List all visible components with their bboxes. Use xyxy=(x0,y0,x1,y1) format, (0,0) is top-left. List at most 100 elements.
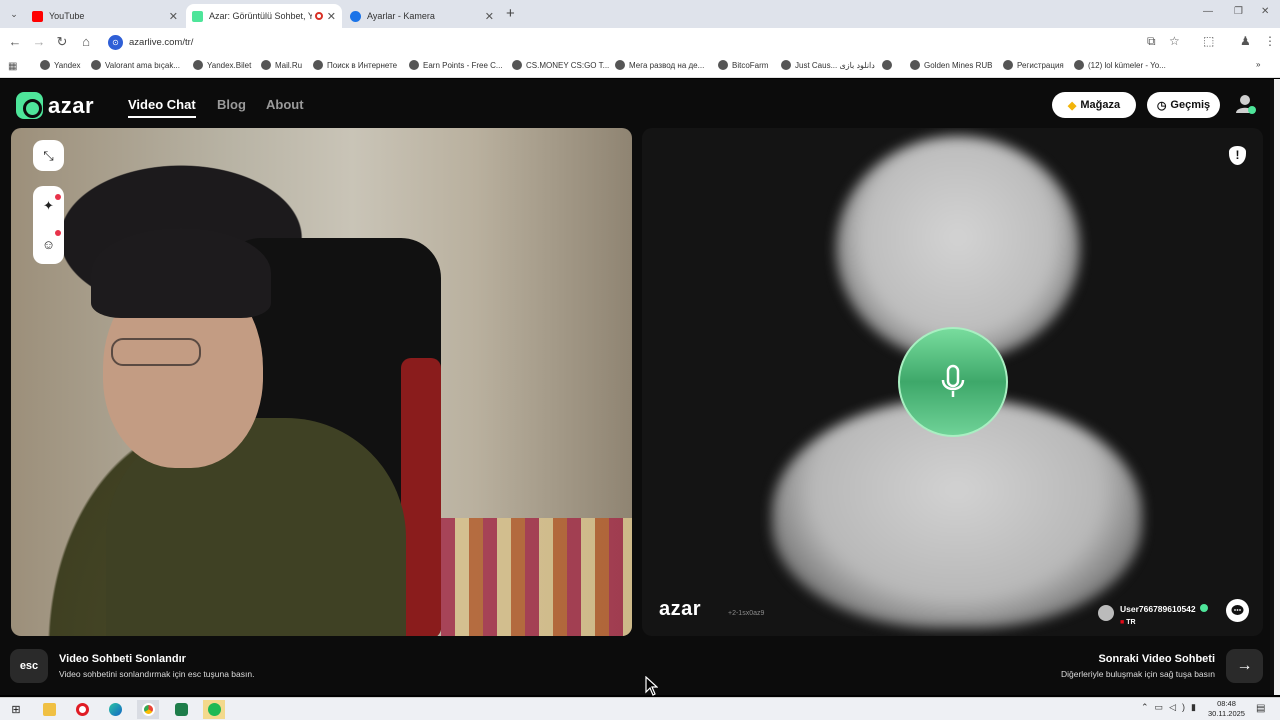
history-button[interactable]: ◷ Geçmiş xyxy=(1147,92,1220,118)
clock-time: 08:48 xyxy=(1217,699,1236,708)
edge-icon[interactable] xyxy=(104,700,126,719)
bookmark-item[interactable]: Регистрация xyxy=(1003,60,1064,70)
page-scrollbar[interactable] xyxy=(1274,79,1280,695)
profile-icon[interactable]: ♟ xyxy=(1240,34,1251,48)
bookmark-star-icon[interactable]: ☆ xyxy=(1169,34,1180,48)
azar-logo-icon xyxy=(16,92,43,119)
next-chat-button[interactable]: → xyxy=(1226,649,1263,683)
extensions-icon[interactable]: ⬚ xyxy=(1203,34,1214,48)
speaker-icon[interactable]: ◁) xyxy=(1169,702,1191,712)
bookmark-item[interactable]: CS.MONEY CS:GO T... xyxy=(512,60,609,70)
android-app-icon[interactable] xyxy=(170,700,192,719)
globe-icon xyxy=(261,60,271,70)
globe-icon xyxy=(718,60,728,70)
apps-grid-icon[interactable]: ▦ xyxy=(8,61,17,72)
partner-info[interactable]: User766789610542 ■ TR xyxy=(1098,599,1208,626)
bookmark-item[interactable]: Just Caus... دانلود بازی xyxy=(781,60,875,70)
bookmarks-bar: ▦ Yandex Valorant ama bıçak... Yandex.Bi… xyxy=(0,56,1280,78)
globe-icon xyxy=(193,60,203,70)
install-app-icon[interactable]: ⧉ xyxy=(1147,34,1156,49)
history-label: Geçmiş xyxy=(1170,99,1211,111)
settings-gear-icon xyxy=(350,10,361,22)
menu-icon[interactable]: ⋮ xyxy=(1264,34,1276,48)
effects-toolbar: ✦ ☺ xyxy=(33,186,64,264)
close-tab-icon[interactable]: ✕ xyxy=(169,10,178,23)
bookmark-item[interactable] xyxy=(882,60,896,70)
start-windows-icon[interactable]: ⊞ xyxy=(5,700,27,719)
notification-center-icon[interactable]: ▤ xyxy=(1256,703,1265,714)
nav-about[interactable]: About xyxy=(266,97,304,112)
tab-youtube[interactable]: YouTube ✕ xyxy=(26,4,184,28)
reload-icon[interactable]: ↻ xyxy=(54,34,70,50)
gem-icon: ◆ xyxy=(1067,99,1077,112)
globe-icon xyxy=(910,60,920,70)
back-icon[interactable]: ← xyxy=(7,34,23,49)
nav-video-chat[interactable]: Video Chat xyxy=(128,97,196,112)
bookmark-item[interactable]: Earn Points - Free C... xyxy=(409,60,503,70)
close-tab-icon[interactable]: ✕ xyxy=(327,10,336,23)
close-tab-icon[interactable]: ✕ xyxy=(485,10,494,23)
bookmark-item[interactable]: Yandex xyxy=(40,60,81,70)
bookmark-item[interactable]: Golden Mines RUB xyxy=(910,60,992,70)
tab-search-icon[interactable]: ⌄ xyxy=(6,6,22,22)
system-tray[interactable]: ⌃▭◁)▮ xyxy=(1141,702,1202,713)
bookmark-item[interactable]: Мега развод на де... xyxy=(615,60,704,70)
forward-icon[interactable]: → xyxy=(31,34,47,49)
video-scene xyxy=(441,518,632,636)
end-chat-title: Video Sohbeti Sonlandır xyxy=(59,653,186,665)
new-tab-icon[interactable]: + xyxy=(506,5,515,22)
clock-icon: ◷ xyxy=(1156,99,1167,112)
nav-blog[interactable]: Blog xyxy=(217,97,246,112)
bookmark-item[interactable]: (12) lol kümeler - Yo... xyxy=(1074,60,1166,70)
minimize-video-button[interactable]: ⤡ xyxy=(33,140,64,171)
url-text: azarlive.com/tr/ xyxy=(129,36,194,48)
report-shield-icon[interactable]: ! xyxy=(1229,146,1246,165)
bookmark-item[interactable]: Mail.Ru xyxy=(261,60,302,70)
microphone-icon xyxy=(941,364,965,397)
window-close-icon[interactable]: ✕ xyxy=(1261,6,1269,17)
bookmark-label: Earn Points - Free C... xyxy=(423,60,503,70)
chevron-up-icon[interactable]: ⌃ xyxy=(1141,702,1155,712)
battery-icon[interactable]: ▭ xyxy=(1155,702,1170,712)
youtube-favicon-icon xyxy=(32,10,43,22)
bookmark-item[interactable]: Поиск в Интернете xyxy=(313,60,397,70)
bookmark-item[interactable]: Yandex.Bilet xyxy=(193,60,251,70)
session-code: +2-1sx0az9 xyxy=(728,610,765,617)
chat-button[interactable] xyxy=(1226,599,1249,622)
end-chat-button[interactable]: esc xyxy=(10,649,48,683)
site-info-icon[interactable]: ⊙ xyxy=(108,34,123,50)
restore-icon[interactable]: ❐ xyxy=(1234,6,1243,17)
globe-icon xyxy=(1003,60,1013,70)
face-filter-icon[interactable]: ☺ xyxy=(42,237,55,252)
home-icon[interactable]: ⌂ xyxy=(78,34,94,49)
bookmark-item[interactable]: BitcoFarm xyxy=(718,60,768,70)
video-scene xyxy=(401,358,441,636)
bookmark-item[interactable]: Valorant ama bıçak... xyxy=(91,60,180,70)
tab-azar[interactable]: Azar: Görüntülü Sohbet, Ye ✕ xyxy=(186,4,342,28)
microphone-tray-icon[interactable]: ▮ xyxy=(1191,702,1202,712)
notification-dot xyxy=(55,230,61,236)
spotify-icon[interactable] xyxy=(203,700,225,719)
bookmark-label: Mail.Ru xyxy=(275,60,303,70)
ai-effects-icon[interactable]: ✦ xyxy=(43,198,54,214)
end-chat-description: Video sohbetini sonlandırmak için esc tu… xyxy=(59,669,255,679)
more-bookmarks-icon[interactable]: » xyxy=(1256,60,1260,69)
logo-text: azar xyxy=(48,92,95,118)
turkey-flag-icon: ■ xyxy=(1120,619,1125,626)
taskbar-clock[interactable]: 08:48 30.11.2025 xyxy=(1208,699,1245,719)
azar-logo[interactable]: azar xyxy=(16,92,94,119)
minimize-icon[interactable]: — xyxy=(1203,6,1213,17)
tab-settings-camera[interactable]: Ayarlar - Kamera ✕ xyxy=(344,4,500,28)
globe-icon xyxy=(40,60,50,70)
file-explorer-icon[interactable] xyxy=(38,700,60,719)
recording-icon xyxy=(314,12,323,20)
address-bar[interactable]: ⊙ azarlive.com/tr/ xyxy=(103,31,1193,53)
store-button[interactable]: ◆ Mağaza xyxy=(1052,92,1136,118)
video-scene xyxy=(91,228,271,318)
shrink-icon: ⤡ xyxy=(43,147,54,163)
globe-icon xyxy=(1074,60,1084,70)
chrome-icon[interactable] xyxy=(137,700,159,719)
user-profile-icon[interactable] xyxy=(1235,93,1257,115)
opera-icon[interactable] xyxy=(71,700,93,719)
bookmark-label: BitcoFarm xyxy=(732,60,769,70)
